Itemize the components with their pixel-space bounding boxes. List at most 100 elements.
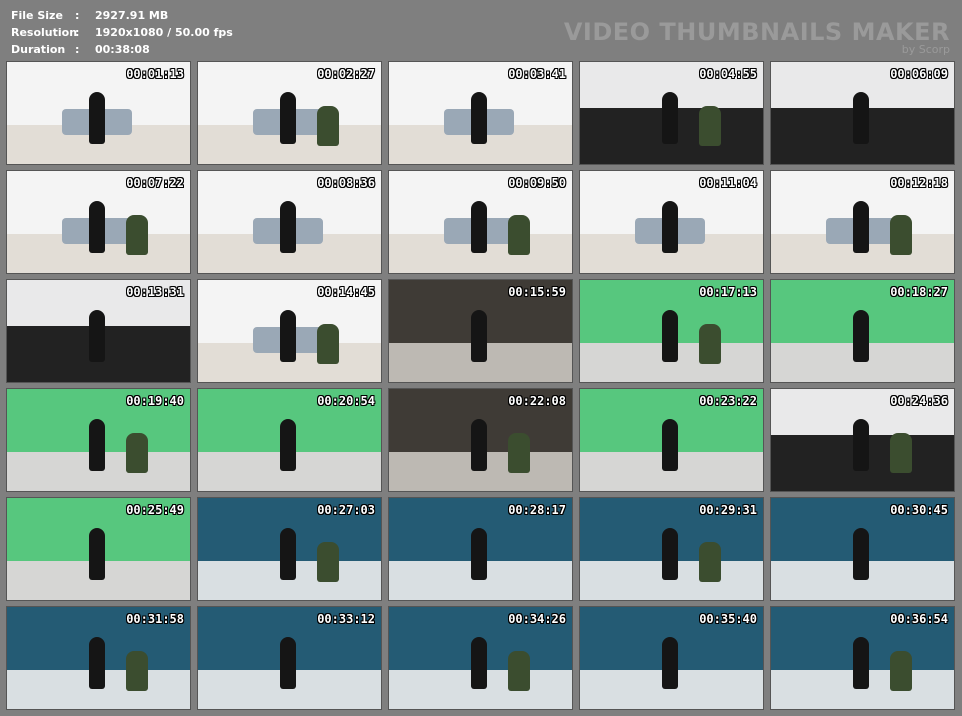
- thumbnail-timestamp: 00:35:40: [699, 612, 757, 626]
- scene-figure: [471, 91, 488, 144]
- video-thumbnail[interactable]: 00:09:50: [388, 170, 573, 274]
- video-thumbnail[interactable]: 00:36:54: [770, 606, 955, 710]
- scene-figure: [89, 418, 106, 471]
- scene-figure: [471, 309, 488, 362]
- separator: :: [75, 26, 80, 39]
- brand-title: VIDEO THUMBNAILS MAKER: [563, 18, 950, 46]
- scene-figure-secondary: [316, 541, 339, 582]
- video-thumbnail[interactable]: 00:35:40: [579, 606, 764, 710]
- video-thumbnail[interactable]: 00:31:58: [6, 606, 191, 710]
- video-thumbnail[interactable]: 00:13:31: [6, 279, 191, 383]
- video-thumbnail[interactable]: 00:17:13: [579, 279, 764, 383]
- video-thumbnail[interactable]: 00:04:55: [579, 61, 764, 165]
- thumbnail-timestamp: 00:15:59: [508, 285, 566, 299]
- brand-watermark: VIDEO THUMBNAILS MAKER by Scorp: [564, 19, 950, 56]
- scene-figure: [853, 636, 870, 689]
- resolution-value: 1920x1080 / 50.00 fps: [95, 26, 233, 39]
- video-thumbnail[interactable]: 00:24:36: [770, 388, 955, 492]
- scene-figure: [471, 418, 488, 471]
- thumbnail-timestamp: 00:28:17: [508, 503, 566, 517]
- video-thumbnail[interactable]: 00:07:22: [6, 170, 191, 274]
- video-thumbnail[interactable]: 00:15:59: [388, 279, 573, 383]
- video-thumbnail[interactable]: 00:22:08: [388, 388, 573, 492]
- thumbnail-timestamp: 00:09:50: [508, 176, 566, 190]
- video-thumbnail[interactable]: 00:01:13: [6, 61, 191, 165]
- thumbnail-timestamp: 00:02:27: [317, 67, 375, 81]
- thumbnail-timestamp: 00:19:40: [126, 394, 184, 408]
- scene-figure: [662, 527, 679, 580]
- video-thumbnail[interactable]: 00:11:04: [579, 170, 764, 274]
- scene-figure: [853, 418, 870, 471]
- scene-figure: [662, 91, 679, 144]
- scene-figure: [471, 527, 488, 580]
- scene-figure: [280, 527, 297, 580]
- scene-figure-secondary: [889, 214, 912, 255]
- scene-figure-secondary: [125, 214, 148, 255]
- video-thumbnail[interactable]: 00:34:26: [388, 606, 573, 710]
- scene-figure-secondary: [316, 323, 339, 364]
- thumbnail-timestamp: 00:08:36: [317, 176, 375, 190]
- video-thumbnail[interactable]: 00:19:40: [6, 388, 191, 492]
- duration-row: Duration : 00:38:08: [11, 41, 233, 58]
- scene-figure: [89, 309, 106, 362]
- scene-figure-secondary: [698, 105, 721, 146]
- scene-figure: [89, 91, 106, 144]
- video-thumbnail[interactable]: 00:02:27: [197, 61, 382, 165]
- scene-figure-secondary: [507, 214, 530, 255]
- thumbnail-timestamp: 00:22:08: [508, 394, 566, 408]
- scene-figure: [89, 636, 106, 689]
- scene-figure: [89, 527, 106, 580]
- thumbnail-grid: 00:01:13 00:02:27 00:03:41 00:04:55 00:06:09…: [6, 61, 955, 710]
- video-thumbnail[interactable]: 00:30:45: [770, 497, 955, 601]
- thumbnail-timestamp: 00:17:13: [699, 285, 757, 299]
- scene-figure: [280, 636, 297, 689]
- video-thumbnail[interactable]: 00:14:45: [197, 279, 382, 383]
- scene-figure-secondary: [698, 541, 721, 582]
- scene-figure-secondary: [507, 650, 530, 691]
- thumbnail-timestamp: 00:03:41: [508, 67, 566, 81]
- video-thumbnail[interactable]: 00:29:31: [579, 497, 764, 601]
- video-thumbnail[interactable]: 00:33:12: [197, 606, 382, 710]
- scene-figure: [662, 418, 679, 471]
- thumbnail-timestamp: 00:25:49: [126, 503, 184, 517]
- scene-figure: [662, 200, 679, 253]
- file-size-row: File Size : 2927.91 MB: [11, 7, 233, 24]
- video-thumbnail[interactable]: 00:08:36: [197, 170, 382, 274]
- thumbnail-timestamp: 00:34:26: [508, 612, 566, 626]
- scene-figure: [471, 200, 488, 253]
- scene-figure: [853, 200, 870, 253]
- thumbnail-timestamp: 00:13:31: [126, 285, 184, 299]
- thumbnail-timestamp: 00:11:04: [699, 176, 757, 190]
- thumbnail-timestamp: 00:29:31: [699, 503, 757, 517]
- video-thumbnail[interactable]: 00:18:27: [770, 279, 955, 383]
- video-thumbnail[interactable]: 00:03:41: [388, 61, 573, 165]
- scene-figure: [853, 527, 870, 580]
- video-thumbnail[interactable]: 00:06:09: [770, 61, 955, 165]
- thumbnail-timestamp: 00:01:13: [126, 67, 184, 81]
- resolution-label: Resolution: [11, 26, 78, 39]
- scene-figure: [280, 418, 297, 471]
- thumbnail-timestamp: 00:12:18: [890, 176, 948, 190]
- video-thumbnail[interactable]: 00:25:49: [6, 497, 191, 601]
- video-thumbnail[interactable]: 00:12:18: [770, 170, 955, 274]
- thumbnail-timestamp: 00:04:55: [699, 67, 757, 81]
- scene-figure-secondary: [125, 650, 148, 691]
- video-thumbnail[interactable]: 00:20:54: [197, 388, 382, 492]
- thumbnail-timestamp: 00:14:45: [317, 285, 375, 299]
- thumbnail-timestamp: 00:33:12: [317, 612, 375, 626]
- file-size-label: File Size: [11, 9, 63, 22]
- scene-figure: [662, 636, 679, 689]
- file-size-value: 2927.91 MB: [95, 9, 169, 22]
- separator: :: [75, 9, 80, 22]
- thumbnail-timestamp: 00:20:54: [317, 394, 375, 408]
- video-thumbnail[interactable]: 00:23:22: [579, 388, 764, 492]
- scene-figure: [471, 636, 488, 689]
- scene-figure: [280, 309, 297, 362]
- video-thumbnail[interactable]: 00:28:17: [388, 497, 573, 601]
- separator: :: [75, 43, 80, 56]
- scene-figure-secondary: [698, 323, 721, 364]
- scene-figure-secondary: [889, 650, 912, 691]
- video-thumbnail[interactable]: 00:27:03: [197, 497, 382, 601]
- scene-figure: [280, 91, 297, 144]
- thumbnail-timestamp: 00:06:09: [890, 67, 948, 81]
